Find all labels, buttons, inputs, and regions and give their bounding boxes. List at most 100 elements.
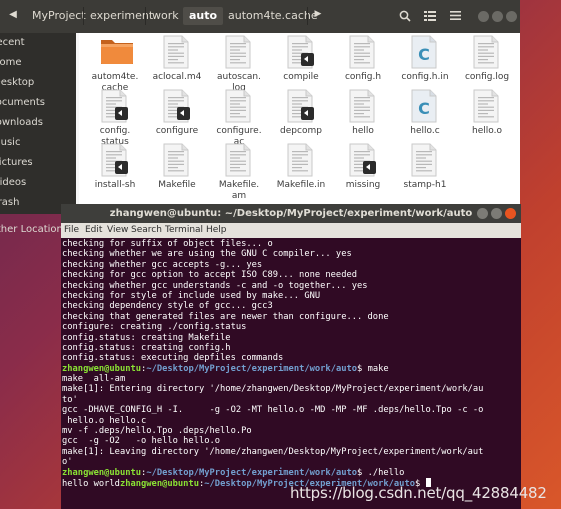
terminal-line: checking for suffix of object files... o	[62, 239, 273, 249]
c-source-file-icon: C	[410, 35, 440, 69]
executable-file-icon	[162, 89, 192, 123]
file-item[interactable]: autoscan. log	[207, 35, 271, 94]
close-window-icon[interactable]	[506, 11, 517, 22]
file-item[interactable]: aclocal.m4	[145, 35, 209, 83]
forward-arrow-icon[interactable]: ▶	[311, 9, 325, 25]
terminal-output[interactable]: checking for suffix of object files... o…	[62, 239, 520, 509]
text-file-icon	[348, 89, 378, 123]
file-name-label: install-sh	[94, 180, 136, 190]
maximize-window-icon[interactable]	[492, 11, 503, 22]
menu-search[interactable]: Search	[131, 224, 162, 237]
menu-view[interactable]: View	[107, 224, 128, 237]
text-file-icon	[162, 35, 192, 69]
file-item[interactable]: hello.o	[455, 89, 519, 137]
file-name-label: hello	[352, 126, 374, 136]
file-item[interactable]: Cconfig.h.in	[393, 35, 457, 83]
text-file-icon	[286, 143, 316, 177]
terminal-line: zhangwen@ubuntu:~/Desktop/MyProject/expe…	[62, 467, 405, 478]
text-file-icon	[472, 89, 502, 123]
file-item[interactable]: install-sh	[83, 143, 147, 191]
terminal-close-icon[interactable]	[505, 208, 516, 219]
text-file-icon	[224, 89, 254, 123]
sidebar-item-documents[interactable]: Documents	[0, 94, 45, 112]
file-item[interactable]: hello	[331, 89, 395, 137]
file-manager-window: ◀ MyProject experiment work auto autom4t…	[0, 0, 520, 235]
file-item[interactable]: depcomp	[269, 89, 333, 137]
sidebar-item-desktop[interactable]: Desktop	[0, 74, 34, 92]
sidebar-item-recent[interactable]: Recent	[0, 34, 25, 52]
menu-terminal[interactable]: Terminal	[165, 224, 203, 237]
executable-file-icon	[100, 143, 130, 177]
file-name-label: Makefile.in	[276, 180, 326, 190]
executable-file-icon	[286, 35, 316, 69]
file-item[interactable]: config. status	[83, 89, 147, 148]
terminal-line: gcc -g -O2 -o hello hello.o	[62, 436, 221, 447]
terminal-line: make[1]: Leaving directory '/home/zhangw…	[62, 446, 484, 457]
breadcrumb-work[interactable]: work	[146, 7, 185, 25]
terminal-line: checking for style of include used by ma…	[62, 290, 321, 301]
sidebar-item-home[interactable]: Home	[0, 54, 22, 72]
file-item[interactable]: missing	[331, 143, 395, 191]
executable-file-icon	[348, 143, 378, 177]
terminal-minimize-icon[interactable]	[477, 208, 488, 219]
folder-icon	[100, 35, 133, 69]
breadcrumb-separator	[307, 7, 308, 25]
back-arrow-icon[interactable]: ◀	[0, 9, 26, 25]
file-name-label: configure	[155, 126, 199, 136]
file-item[interactable]: configure	[145, 89, 209, 137]
file-item[interactable]: compile	[269, 35, 333, 83]
file-item[interactable]: Makefile. am	[207, 143, 271, 202]
terminal-line: o'	[62, 457, 73, 468]
file-grid: autom4te. cache aclocal.m4 autoscan. log co…	[79, 33, 520, 214]
minimize-window-icon[interactable]	[478, 11, 489, 22]
terminal-menubar: File Edit View Search Terminal Help	[61, 223, 521, 238]
terminal-line: config.status: creating config.h	[62, 342, 231, 353]
terminal-line: to'	[62, 394, 78, 405]
sidebar-item-trash[interactable]: Trash	[0, 194, 19, 212]
breadcrumb-auto[interactable]: auto	[183, 7, 224, 25]
sidebar-item-downloads[interactable]: Downloads	[0, 114, 43, 132]
sidebar-item-videos[interactable]: Videos	[0, 174, 26, 192]
menu-help[interactable]: Help	[206, 224, 227, 237]
executable-file-icon	[100, 89, 130, 123]
sidebar-item-music[interactable]: Music	[0, 134, 20, 152]
file-item[interactable]: config.log	[455, 35, 519, 83]
terminal-line: gcc -DHAVE_CONFIG_H -I. -g -O2 -MT hello…	[62, 405, 484, 416]
prompt-path: ~/Desktop/MyProject/experiment/work/auto	[146, 363, 358, 374]
breadcrumb-autom4te-cache[interactable]: autom4te.cache	[222, 7, 324, 25]
file-name-label: depcomp	[280, 126, 322, 136]
sidebar-item-other-locations[interactable]: Other Locations	[0, 221, 68, 239]
file-manager-headerbar: ◀ MyProject experiment work auto autom4t…	[0, 0, 520, 33]
prompt-user: zhangwen@ubuntu	[62, 363, 142, 374]
text-file-icon	[224, 35, 254, 69]
file-name-label: compile	[283, 72, 319, 82]
file-item[interactable]: stamp-h1	[393, 143, 457, 191]
breadcrumb-myproject[interactable]: MyProject	[26, 7, 92, 25]
hamburger-menu-icon[interactable]	[444, 7, 466, 25]
file-item[interactable]: Chello.c	[393, 89, 457, 137]
file-item[interactable]: Makefile	[145, 143, 209, 191]
file-name-label: config.h	[344, 72, 382, 82]
terminal-line: zhangwen@ubuntu:~/Desktop/MyProject/expe…	[62, 363, 389, 374]
terminal-line: checking for gcc option to accept ISO C8…	[62, 270, 358, 281]
c-source-file-icon: C	[410, 89, 440, 123]
view-options-icon[interactable]	[419, 7, 441, 25]
terminal-maximize-icon[interactable]	[491, 208, 502, 219]
file-item[interactable]: autom4te. cache	[83, 35, 147, 94]
terminal-line: checking that generated files are newer …	[62, 311, 389, 322]
sidebar-item-pictures[interactable]: Pictures	[0, 154, 33, 172]
menu-edit[interactable]: Edit	[85, 224, 102, 237]
text-file-icon	[472, 35, 502, 69]
file-item[interactable]: config.h	[331, 35, 395, 83]
prompt-user: zhangwen@ubuntu	[119, 478, 199, 489]
terminal-line: checking whether gcc accepts -g... yes	[62, 259, 263, 270]
svg-text:C: C	[418, 45, 430, 64]
file-item[interactable]: Makefile.in	[269, 143, 333, 191]
file-name-label: Makefile	[158, 180, 196, 190]
terminal-titlebar: zhangwen@ubuntu: ~/Desktop/MyProject/exp…	[61, 204, 521, 223]
menu-file[interactable]: File	[64, 224, 79, 237]
search-icon[interactable]	[394, 7, 416, 25]
places-sidebar: Recent Home Desktop Documents Downloads …	[0, 33, 76, 214]
terminal-line: config.status: creating Makefile	[62, 332, 231, 343]
file-item[interactable]: configure. ac	[207, 89, 271, 148]
